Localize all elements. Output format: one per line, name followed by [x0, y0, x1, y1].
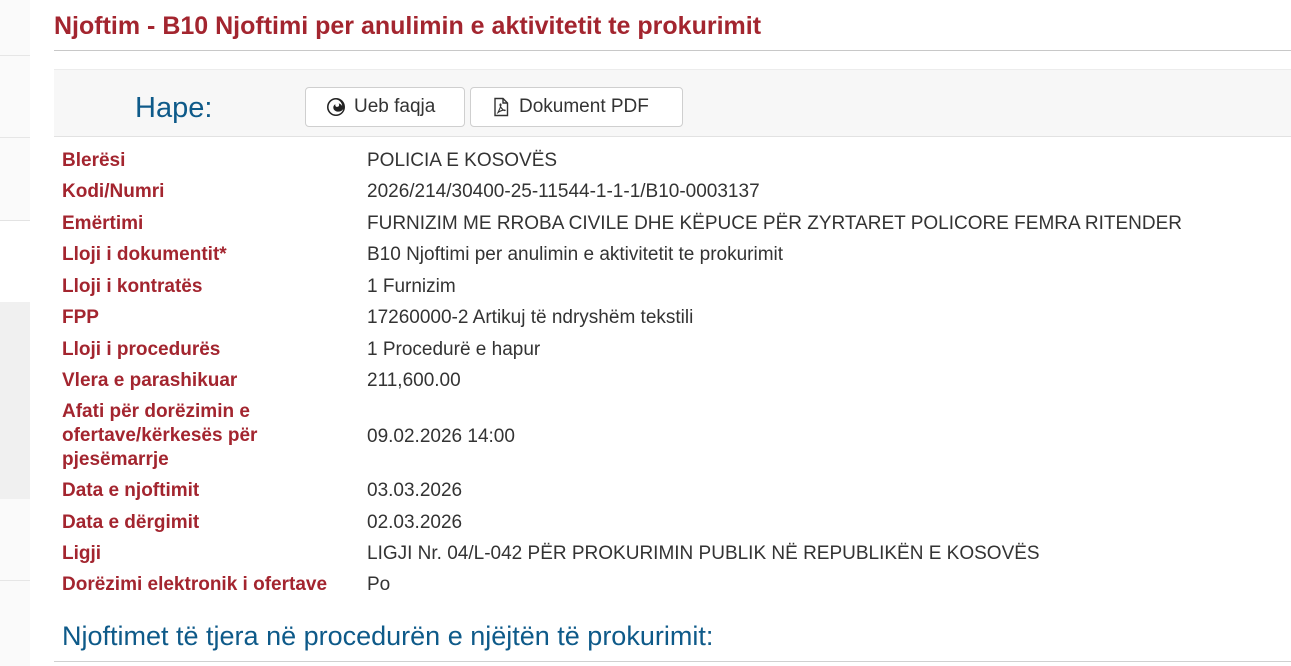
detail-value: 1 Procedurë e hapur: [367, 339, 541, 360]
sidebar-divider: [0, 580, 30, 581]
detail-label: Afati për dorëzimin e ofertave/kërkesës …: [62, 401, 258, 470]
open-bar: Hape: Ueb faqja Dokument PDF: [54, 69, 1291, 137]
detail-value: B10 Njoftimi per anulimin e aktivitetit …: [367, 244, 784, 265]
sidebar-divider: [0, 55, 30, 56]
detail-label: Kodi/Numri: [62, 181, 165, 202]
detail-value: 03.03.2026: [367, 480, 463, 501]
open-label: Hape:: [135, 92, 213, 124]
related-notices-divider: [54, 661, 1291, 662]
detail-value: 2026/214/30400-25-11544-1-1-1/B10-000313…: [367, 181, 760, 202]
detail-label: Ligji: [62, 543, 102, 564]
detail-value: Po: [367, 574, 391, 595]
detail-label: Data e njoftimit: [62, 480, 200, 501]
detail-label: Vlera e parashikuar: [62, 370, 238, 391]
detail-value: POLICIA E KOSOVËS: [367, 150, 558, 171]
detail-label: Lloji i procedurës: [62, 339, 221, 360]
firefox-icon: [326, 97, 346, 117]
detail-value: 1 Furnizim: [367, 276, 456, 297]
detail-value: 211,600.00: [367, 370, 461, 391]
related-notices-title: Njoftimet të tjera në procedurën e njëjt…: [62, 621, 714, 651]
pdf-file-icon: [491, 97, 511, 117]
detail-label: Blerësi: [62, 150, 126, 171]
detail-value: 17260000-2 Artikuj të ndryshëm tekstili: [367, 307, 694, 328]
detail-value: 02.03.2026: [367, 512, 463, 533]
web-page-button[interactable]: Ueb faqja: [305, 87, 465, 127]
detail-label: Data e dërgimit: [62, 512, 200, 533]
pdf-document-button-label: Dokument PDF: [519, 96, 649, 117]
left-sidebar: [0, 0, 30, 666]
detail-value: LIGJI Nr. 04/L-042 PËR PROKURIMIN PUBLIK…: [367, 543, 1040, 564]
detail-label: Dorëzimi elektronik i ofertave: [62, 574, 328, 595]
detail-value: FURNIZIM ME RROBA CIVILE DHE KËPUCE PËR …: [367, 213, 1183, 234]
web-page-button-label: Ueb faqja: [354, 96, 436, 117]
detail-label: Lloji i kontratës: [62, 276, 203, 297]
pdf-document-button[interactable]: Dokument PDF: [470, 87, 683, 127]
title-divider: [54, 50, 1291, 51]
detail-value: 09.02.2026 14:00: [367, 426, 515, 447]
sidebar-divider: [0, 137, 30, 138]
detail-label: Emërtimi: [62, 213, 144, 234]
detail-label: Lloji i dokumentit*: [62, 244, 227, 265]
page-title: Njoftim - B10 Njoftimi per anulimin e ak…: [54, 12, 762, 40]
detail-label: FPP: [62, 307, 99, 328]
sidebar-panel: [0, 302, 30, 499]
sidebar-panel: [0, 220, 30, 304]
